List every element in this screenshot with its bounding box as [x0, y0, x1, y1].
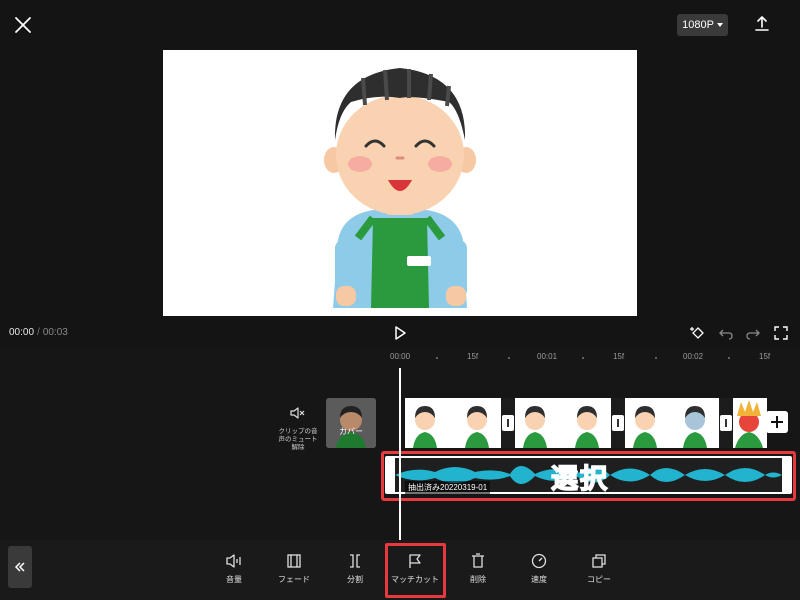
video-clip-frames: [405, 398, 767, 448]
transition-icon: [725, 419, 727, 427]
transition-button[interactable]: [502, 415, 514, 431]
current-time: 00:00: [9, 327, 35, 338]
total-time: 00:03: [42, 327, 68, 338]
ruler-label: 00:00: [390, 352, 411, 361]
ruler-dot: [508, 357, 510, 359]
speaker-muted-icon: [290, 407, 305, 419]
ruler-label: 15f: [759, 352, 771, 361]
tool-label: 削除: [470, 575, 486, 584]
play-icon[interactable]: [392, 325, 408, 341]
close-icon[interactable]: [12, 14, 34, 36]
double-chevron-left-icon: [14, 562, 25, 572]
preview-illustration: [324, 68, 476, 308]
trash-icon: [472, 553, 484, 568]
ruler-label: 15f: [613, 352, 625, 361]
undo-icon[interactable]: [718, 325, 734, 341]
timeline-ruler: 00:00 15f 00:01 15f 00:02 15f: [0, 352, 800, 366]
collapse-toolbar-button[interactable]: [8, 546, 32, 588]
clip-audio-mute-toggle[interactable]: クリップの音 声のミュート 解除: [276, 406, 320, 452]
keyframe-icon[interactable]: [690, 325, 706, 341]
transition-icon: [507, 419, 509, 427]
export-icon[interactable]: [752, 14, 772, 34]
cover-label: カバー: [339, 427, 363, 436]
video-track[interactable]: [405, 398, 767, 448]
video-editor: 1080P 00:00 / 00:03 00:00 15f 00:01 15f …: [0, 0, 800, 600]
add-clip-icon[interactable]: [766, 411, 788, 433]
ruler-label: 15f: [467, 352, 479, 361]
tool-speed[interactable]: 速度: [509, 552, 569, 585]
ruler-label: 00:02: [683, 352, 704, 361]
tool-split[interactable]: 分割: [325, 552, 385, 585]
resolution-value: 1080P: [682, 19, 714, 31]
tool-delete[interactable]: 削除: [448, 552, 508, 585]
time-separator: /: [37, 327, 40, 338]
ruler-dot: [436, 357, 438, 359]
transition-button[interactable]: [612, 415, 624, 431]
resolution-dropdown[interactable]: 1080P: [677, 14, 728, 36]
cover-button[interactable]: カバー: [326, 398, 376, 448]
transition-icon: [617, 419, 619, 427]
caret-down-icon: [716, 23, 723, 27]
fade-icon: [287, 554, 301, 568]
tool-label: フェード: [278, 575, 310, 584]
redo-icon[interactable]: [745, 325, 761, 341]
cover-thumbnail: [326, 398, 376, 448]
selection-annotation: 選択: [550, 463, 609, 495]
speed-icon: [531, 553, 547, 569]
ruler-dot: [582, 357, 584, 359]
tool-label: 速度: [531, 575, 547, 584]
tool-copy[interactable]: コピー: [569, 552, 629, 585]
audio-clip-name: 抽出済み20220319-01: [405, 481, 491, 494]
tool-label: コピー: [587, 575, 611, 584]
tool-fade[interactable]: フェード: [264, 552, 324, 585]
time-display: 00:00/00:03: [9, 327, 68, 338]
transition-button[interactable]: [720, 415, 732, 431]
playhead[interactable]: [399, 368, 401, 540]
fullscreen-icon[interactable]: [773, 325, 789, 341]
match-cut-highlight: [385, 543, 446, 598]
preview-canvas[interactable]: [163, 50, 637, 316]
split-icon: [350, 554, 360, 568]
ruler-dot: [655, 357, 657, 359]
tool-volume[interactable]: 音量: [204, 552, 264, 585]
copy-icon: [592, 554, 606, 568]
volume-icon: [226, 554, 241, 568]
tool-label: 分割: [347, 575, 363, 584]
ruler-label: 00:01: [537, 352, 558, 361]
tool-label: 音量: [226, 575, 242, 584]
mute-label: クリップの音 声のミュート 解除: [278, 428, 318, 451]
ruler-dot: [728, 357, 730, 359]
